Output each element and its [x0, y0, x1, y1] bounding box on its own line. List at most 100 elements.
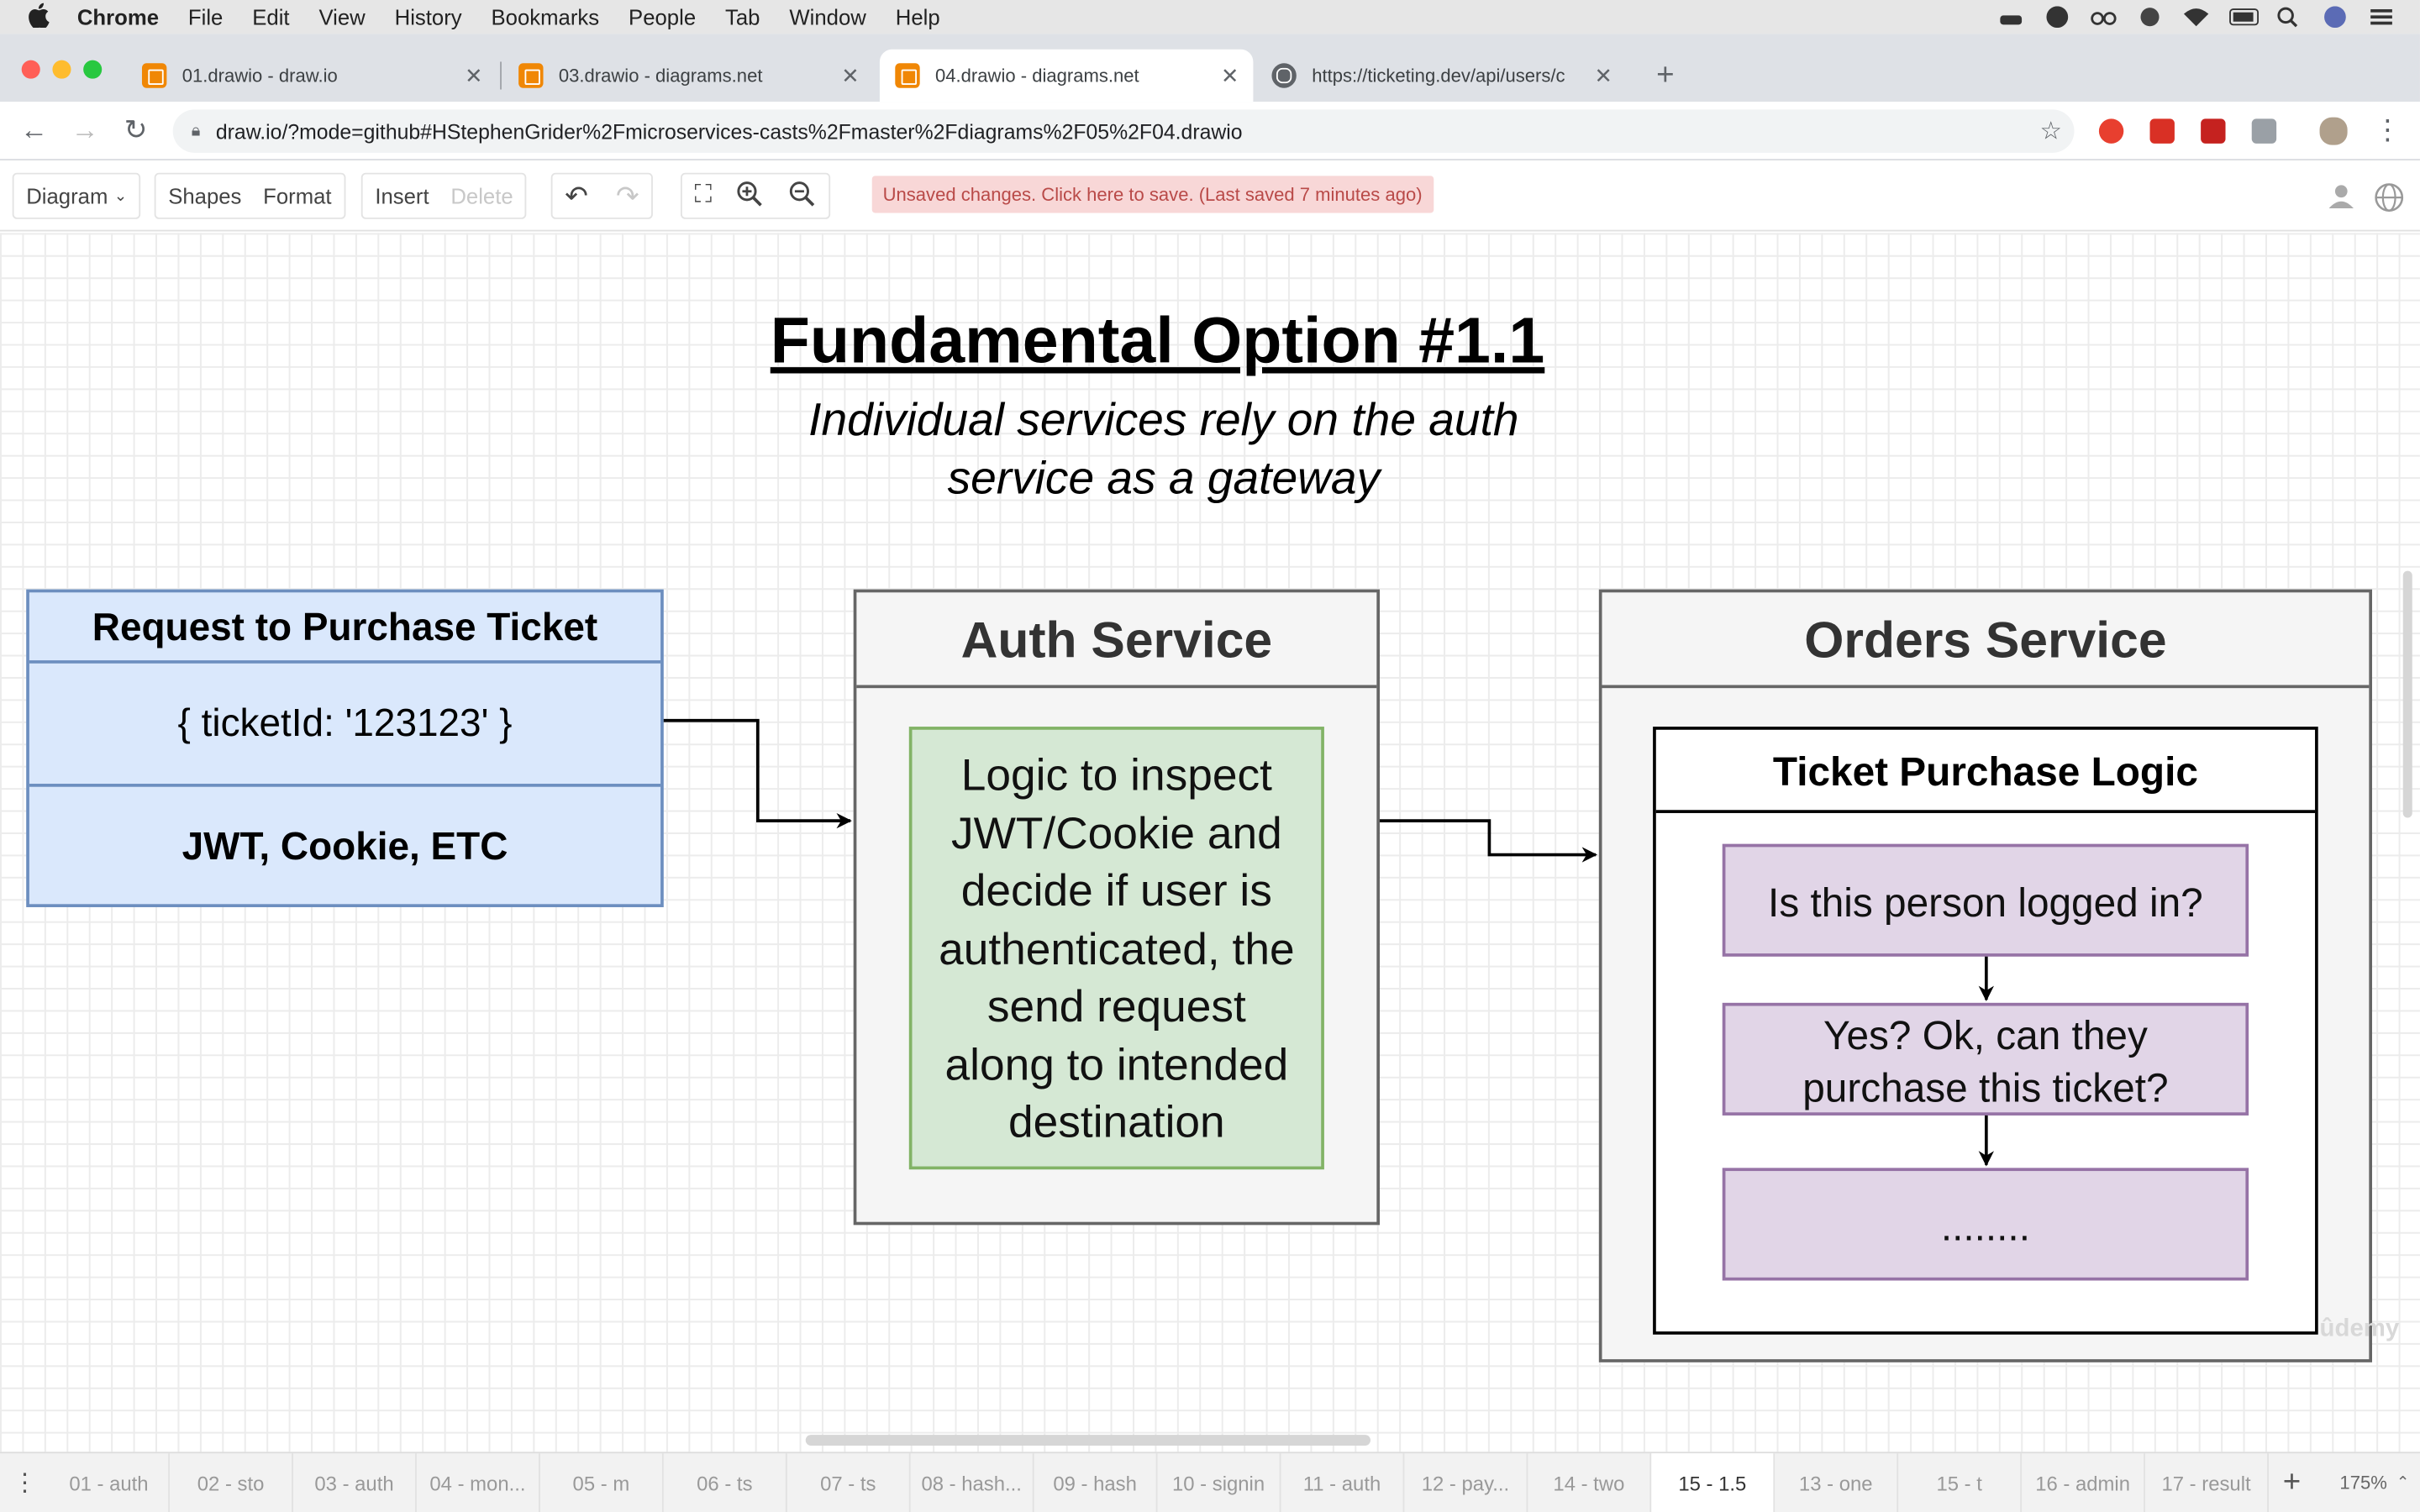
menu-view[interactable]: View [318, 5, 365, 29]
redo-icon[interactable]: ↷ [616, 180, 639, 213]
extension-icon[interactable] [2149, 118, 2175, 144]
step-ellipsis-box[interactable]: ........ [1722, 1168, 2249, 1281]
url-text: draw.io/?mode=github#HStephenGrider%2Fmi… [215, 119, 1243, 143]
page-tab[interactable]: 02 - sto [170, 1452, 293, 1512]
lock-icon[interactable]: 🔒︎ [192, 121, 201, 141]
cloud-icon[interactable] [2136, 6, 2164, 28]
window-zoom-icon[interactable] [83, 60, 103, 79]
request-body: { ticketId: '123123' } [29, 664, 661, 787]
page-tab[interactable]: 16 - admin [2022, 1452, 2146, 1512]
auth-logic-box[interactable]: Logic to inspect JWT/Cookie and decide i… [908, 727, 1324, 1170]
udemy-watermark: ûdemy [2319, 1315, 2400, 1342]
status-app-icon[interactable] [2044, 6, 2071, 29]
zoom-level[interactable]: 175% [2339, 1472, 2386, 1494]
window-close-icon[interactable] [21, 60, 40, 79]
add-page-button[interactable]: + [2269, 1465, 2315, 1500]
page-tab[interactable]: 06 - ts [664, 1452, 787, 1512]
page-tab[interactable]: 11 - auth [1281, 1452, 1405, 1512]
menu-window[interactable]: Window [789, 5, 865, 29]
diagram-menu-label: Diagram [26, 183, 108, 208]
request-credentials: JWT, Cookie, ETC [182, 825, 508, 869]
user-icon[interactable] [2328, 182, 2355, 218]
macos-menu-bar: Chrome File Edit View History Bookmarks … [0, 0, 2420, 34]
page-tab[interactable]: 08 - hash... [911, 1452, 1034, 1512]
diagram-menu[interactable]: Diagram ⌄ [12, 172, 141, 219]
menu-tab[interactable]: Tab [725, 5, 760, 29]
window-minimize-icon[interactable] [52, 60, 71, 79]
zoom-out-icon[interactable] [789, 180, 817, 213]
diagram-title[interactable]: Fundamental Option #1.1 [0, 304, 2315, 378]
ticket-purchase-logic-header: Ticket Purchase Logic [1655, 730, 2316, 813]
wifi-icon[interactable] [2182, 6, 2210, 28]
browser-tab-active[interactable]: 04.drawio - diagrams.net ✕ [879, 49, 1254, 102]
delete-button[interactable]: Delete [450, 184, 513, 208]
browser-tab[interactable]: https://ticketing.dev/api/users/c ✕ [1256, 50, 1627, 102]
tab-close-icon[interactable]: ✕ [460, 62, 487, 88]
page-tab[interactable]: 09 - hash [1034, 1452, 1158, 1512]
drawio-icon [895, 63, 920, 88]
page-tab[interactable]: 04 - mon... [417, 1452, 540, 1512]
shapes-button[interactable]: Shapes [168, 184, 241, 208]
page-tab[interactable]: 14 - two [1528, 1452, 1652, 1512]
insert-button[interactable]: Insert [375, 184, 429, 208]
page-tab[interactable]: 15 - t [1898, 1452, 2023, 1512]
fullscreen-icon[interactable]: ⛶ [695, 182, 713, 210]
page-tab[interactable]: 07 - ts [787, 1452, 911, 1512]
request-box[interactable]: Request to Purchase Ticket { ticketId: '… [26, 589, 664, 907]
tab-close-icon[interactable]: ✕ [1216, 62, 1244, 88]
vertical-scrollbar[interactable] [2402, 570, 2412, 818]
page-tab[interactable]: 01 - auth [50, 1452, 171, 1512]
notification-center-icon[interactable] [2367, 6, 2395, 28]
menu-app-name[interactable]: Chrome [77, 5, 159, 29]
forward-button[interactable]: → [68, 114, 102, 147]
menu-history[interactable]: History [395, 5, 462, 29]
undo-icon[interactable]: ↶ [565, 180, 588, 213]
pages-menu-icon[interactable]: ⋮ [0, 1467, 50, 1499]
subtitle-line: service as a gateway [947, 453, 1381, 505]
reload-button[interactable]: ↻ [118, 114, 152, 147]
docker-icon[interactable] [1997, 6, 2025, 28]
address-bar[interactable]: 🔒︎ draw.io/?mode=github#HStephenGrider%2… [172, 109, 2075, 153]
chrome-menu-icon[interactable]: ⋮ [2370, 114, 2404, 147]
page-tab[interactable]: 12 - pay... [1404, 1452, 1528, 1512]
spotlight-search-icon[interactable] [2275, 6, 2302, 28]
glasses-icon[interactable] [2090, 6, 2118, 28]
diagram-subtitle[interactable]: Individual services rely on the auth ser… [778, 392, 1549, 510]
drawio-icon [141, 63, 167, 88]
profile-avatar[interactable] [2319, 117, 2348, 145]
step-line: Yes? Ok, can they [1823, 1011, 2148, 1058]
browser-tab[interactable]: 03.drawio - diagrams.net ✕ [503, 50, 874, 102]
page-tab[interactable]: 03 - auth [293, 1452, 417, 1512]
shield-extension-icon[interactable] [2201, 118, 2226, 144]
zoom-in-icon[interactable] [736, 180, 764, 213]
battery-icon[interactable] [2228, 6, 2260, 28]
step-logged-in-box[interactable]: Is this person logged in? [1722, 843, 2249, 957]
browser-tab[interactable]: 01.drawio - draw.io ✕ [127, 50, 497, 102]
tab-close-icon[interactable]: ✕ [1590, 62, 1618, 88]
apple-icon[interactable] [28, 2, 55, 32]
step-can-purchase-box[interactable]: Yes? Ok, can they purchase this ticket? [1722, 1002, 2249, 1116]
page-tab-active[interactable]: 15 - 1.5 [1651, 1452, 1776, 1512]
menu-edit[interactable]: Edit [252, 5, 289, 29]
user-avatar-icon[interactable] [2321, 6, 2349, 29]
page-tab[interactable]: 13 - one [1775, 1452, 1899, 1512]
format-button[interactable]: Format [263, 184, 331, 208]
menu-file[interactable]: File [188, 5, 223, 29]
page-tab[interactable]: 05 - m [540, 1452, 664, 1512]
chevron-up-icon[interactable]: ⌃ [2396, 1474, 2409, 1491]
opera-extension-icon[interactable] [2098, 118, 2124, 144]
bookmark-star-icon[interactable]: ☆ [2039, 116, 2061, 147]
insert-delete-group: Insert Delete [360, 172, 528, 219]
menu-people[interactable]: People [629, 5, 696, 29]
menu-bookmarks[interactable]: Bookmarks [492, 5, 600, 29]
page-tab[interactable]: 10 - signin [1158, 1452, 1281, 1512]
list-extension-icon[interactable] [2251, 118, 2277, 144]
tab-close-icon[interactable]: ✕ [836, 62, 864, 88]
menu-help[interactable]: Help [896, 5, 940, 29]
horizontal-scrollbar[interactable] [805, 1435, 1370, 1446]
unsaved-changes-banner[interactable]: Unsaved changes. Click here to save. (La… [871, 176, 1434, 213]
back-button[interactable]: ← [17, 114, 50, 147]
page-tab[interactable]: 17 - result [2145, 1452, 2269, 1512]
new-tab-button[interactable]: + [1651, 59, 1679, 94]
globe-language-icon[interactable] [2374, 182, 2405, 221]
